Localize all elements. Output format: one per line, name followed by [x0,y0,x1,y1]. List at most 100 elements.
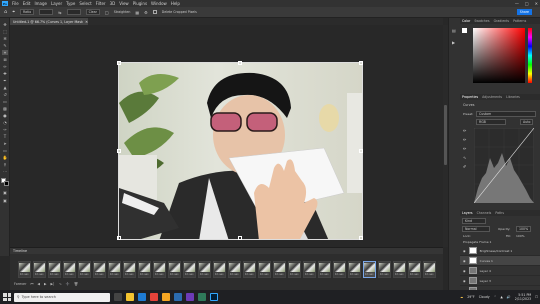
ratio-dropdown[interactable]: Ratio [20,9,35,15]
taskbar-search[interactable]: ⚲ Type here to search [14,292,110,302]
tab-paths[interactable]: Paths [495,211,504,215]
layer-row[interactable]: ◉ Layer 3 [460,276,540,286]
shape-tool-icon[interactable]: ▭ [2,148,8,153]
play-icon[interactable]: ▶ [44,282,47,286]
healing-tool-icon[interactable]: ✚ [2,71,8,76]
timeline-frame[interactable]: 0.1 sec. [408,261,421,278]
pen-tool-icon[interactable]: ✑ [2,127,8,132]
menu-window[interactable]: Window [151,1,167,6]
restore-icon[interactable]: □ [525,1,529,6]
menu-edit[interactable]: Edit [23,1,31,6]
curve-smooth-icon[interactable]: ∿ [463,153,466,162]
clear-button[interactable]: Clear [85,9,100,15]
new-frame-icon[interactable]: ➕ [66,282,70,286]
timeline-frame[interactable]: 0.1 sec. [258,261,271,278]
delete-frame-icon[interactable]: 🗑 [74,282,78,286]
zoom-tool-icon[interactable]: ⚲ [2,162,8,167]
color-picker-field[interactable] [473,28,525,83]
weather-icon[interactable]: ☁ [460,295,463,299]
eyedropper-gray-icon[interactable]: ✏ [463,135,466,144]
document-tab[interactable]: Untitled-1 @ 66.7% (Curves 1, Layer Mask… [10,18,88,25]
frame-delay[interactable]: 0.1 sec. [155,273,164,276]
menu-help[interactable]: Help [171,1,180,6]
timeline-frame[interactable]: 0.1 sec. [183,261,196,278]
prev-frame-icon[interactable]: ◀ [37,282,40,286]
tab-patterns[interactable]: Patterns [513,19,526,23]
tab-layers[interactable]: Layers [462,211,473,215]
tab-swatches[interactable]: Swatches [474,19,489,23]
minimize-icon[interactable]: — [515,1,519,6]
crop-handle-top-right[interactable] [359,61,363,65]
timeline-frame[interactable]: 0.1 sec. [288,261,301,278]
tab-gradients[interactable]: Gradients [494,19,510,23]
frame-delay[interactable]: 0.1 sec. [170,273,179,276]
app-icon-2[interactable] [198,293,206,301]
layer-row[interactable]: ◉ Layer 4 [460,266,540,276]
crop-handle-bottom-left[interactable] [117,236,121,240]
hand-tool-icon[interactable]: ✋ [2,155,8,160]
tween-icon[interactable]: ∿ [59,282,62,286]
auto-button[interactable]: Auto [520,119,534,125]
gradient-tool-icon[interactable]: ▩ [2,106,8,111]
delete-cropped-checkbox[interactable] [152,10,157,14]
timeline-frame[interactable]: 0.1 sec. [243,261,256,278]
file-explorer-icon[interactable] [126,293,134,301]
frame-delay[interactable]: 0.1 sec. [410,273,419,276]
task-view-icon[interactable] [114,293,122,301]
menu-image[interactable]: Image [34,1,47,6]
type-tool-icon[interactable]: T [2,134,8,139]
frame-delay[interactable]: 0.1 sec. [35,273,44,276]
crop-handle-right[interactable] [359,149,363,153]
layer-row-selected[interactable]: ◉ Curves 1 [460,256,540,266]
gear-icon[interactable]: ⚙ [144,10,148,15]
marquee-tool-icon[interactable]: ⬚ [2,29,8,34]
timeline-frame[interactable]: 0.1 sec. [348,261,361,278]
timeline-frame[interactable]: 0.1 sec. [108,261,121,278]
height-field[interactable] [66,9,81,15]
blend-mode-dropdown[interactable]: Normal [462,226,490,232]
frame-delay[interactable]: 0.1 sec. [350,273,359,276]
notification-icon[interactable]: ☐ [535,295,538,299]
tab-color[interactable]: Color [462,19,470,23]
overlay-icon[interactable]: ▦ [135,10,139,15]
menu-type[interactable]: Type [66,1,75,6]
tab-libraries[interactable]: Libraries [506,95,520,99]
timeline-frame[interactable]: 0.1 sec. [213,261,226,278]
quick-select-tool-icon[interactable]: ✎ [2,43,8,48]
photoshop-taskbar-icon[interactable] [210,293,218,301]
frame-delay[interactable]: 0.1 sec. [110,273,119,276]
timeline-frame[interactable]: 0.1 sec. [153,261,166,278]
chrome-icon[interactable] [150,293,158,301]
frame-delay[interactable]: 0.1 sec. [260,273,269,276]
crop-handle-bottom-right[interactable] [359,236,363,240]
menu-file[interactable]: File [12,1,19,6]
stamp-tool-icon[interactable]: ▲ [2,85,8,90]
timeline-frame[interactable]: 0.1 sec. [333,261,346,278]
brush-tool-icon[interactable]: ✒ [2,78,8,83]
timeline-frame[interactable]: 0.1 sec. [423,261,436,278]
timeline-frame[interactable]: 0.1 sec. [78,261,91,278]
eyedropper-white-icon[interactable]: ✏ [463,144,466,153]
straighten-label[interactable]: Straighten [114,10,131,14]
frame-delay[interactable]: 0.1 sec. [290,273,299,276]
dodge-tool-icon[interactable]: ◔ [2,120,8,125]
timeline-frame[interactable]: 0.1 sec. [138,261,151,278]
history-brush-tool-icon[interactable]: ↺ [2,92,8,97]
timeline-frame[interactable]: 0.1 sec. [228,261,241,278]
timeline-frame[interactable]: 0.1 sec. [33,261,46,278]
screen-mode-icon[interactable]: ▣ [2,198,8,203]
frame-delay[interactable]: 0.1 sec. [230,273,239,276]
timeline-frame[interactable]: 0.1 sec. [303,261,316,278]
frame-delay[interactable]: 0.1 sec. [125,273,134,276]
timeline-frame[interactable]: 0.1 sec. [273,261,286,278]
store-icon[interactable] [174,293,182,301]
loop-dropdown[interactable]: Forever [14,282,26,286]
eyedropper-tool-icon[interactable]: ✏ [2,64,8,69]
menu-view[interactable]: View [119,1,129,6]
crop-handle-bottom[interactable] [238,236,242,240]
visibility-eye-icon[interactable]: ◉ [463,279,466,283]
timeline-frame[interactable]: 0.1 sec. [318,261,331,278]
tab-properties[interactable]: Properties [462,95,478,99]
canvas-image[interactable] [118,62,363,240]
lasso-tool-icon[interactable]: ✼ [2,36,8,41]
